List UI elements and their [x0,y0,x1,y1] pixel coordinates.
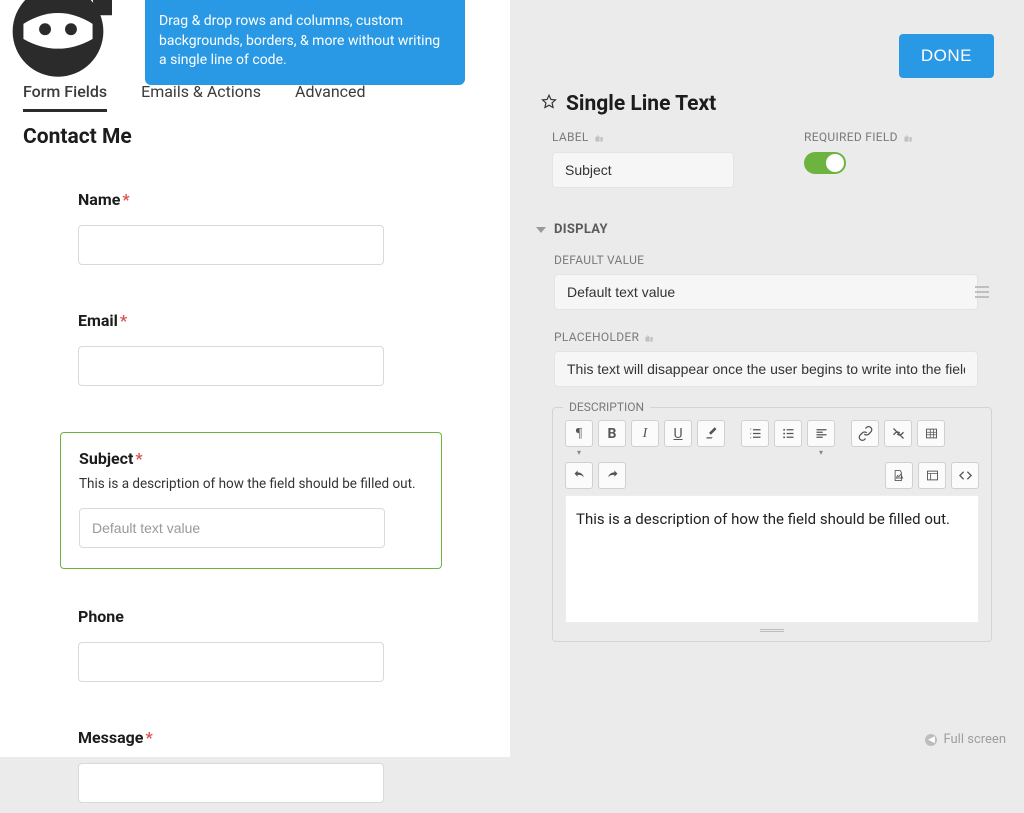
clear-format-button[interactable] [697,420,725,447]
label-setting-input[interactable] [552,152,734,188]
field-name[interactable]: Name* [78,190,422,265]
description-fieldset: DESCRIPTION ¶ ▾ B I U ▾ [552,407,992,642]
table-button[interactable] [917,420,945,447]
paragraph-format-button[interactable]: ¶ [565,420,593,447]
resize-handle[interactable] [760,629,784,633]
required-setting: REQUIRED FIELD [804,130,914,188]
star-outline-icon[interactable] [540,93,558,115]
tab-emails-actions[interactable]: Emails & Actions [141,82,261,112]
field-email[interactable]: Email* [78,311,422,386]
required-indicator: * [122,190,129,209]
tab-form-fields[interactable]: Form Fields [23,82,107,112]
chevron-down-icon: ▾ [577,448,581,457]
field-message-input[interactable] [78,763,384,803]
merge-tags-icon[interactable] [972,282,992,302]
undo-button[interactable] [565,462,593,489]
fullscreen-icon: ◀ [925,734,937,746]
field-email-input[interactable] [78,346,384,386]
unordered-list-button[interactable] [774,420,802,447]
field-name-input[interactable] [78,225,384,265]
italic-button[interactable]: I [631,420,659,447]
display-section-header[interactable]: DISPLAY [536,222,1000,237]
display-section-title: DISPLAY [554,222,608,237]
display-section: DISPLAY DEFAULT VALUE PLACEHOLDER DESCRI… [536,222,1000,642]
field-settings-drawer: Single Line Text LABEL REQUIRED FIELD DI… [540,92,1000,642]
required-toggle[interactable] [804,152,846,174]
chevron-down-icon: ▾ [819,448,823,457]
field-phone-label: Phone [78,607,422,626]
link-button[interactable] [851,420,879,447]
required-indicator: * [135,449,142,468]
description-editor[interactable]: This is a description of how the field s… [565,495,979,623]
field-name-label: Name* [78,190,422,209]
field-subject-label: Subject* [79,449,423,468]
description-title: DESCRIPTION [563,400,650,414]
promo-tooltip: Drag & drop rows and columns, custom bac… [145,0,465,85]
placeholder-input[interactable] [554,351,978,387]
field-subject-description: This is a description of how the field s… [79,476,423,492]
field-phone[interactable]: Phone [78,607,422,682]
drawer-title: Single Line Text [566,92,716,116]
label-setting: LABEL [552,130,734,188]
form-title[interactable]: Contact Me [23,125,132,149]
form-preview-panel: Drag & drop rows and columns, custom bac… [0,0,510,757]
bold-button[interactable]: B [598,420,626,447]
ninja-logo [4,0,112,80]
toggle-knob [826,154,844,172]
field-subject-input[interactable] [79,508,385,548]
unlink-button[interactable] [884,420,912,447]
chevron-down-icon [536,227,546,233]
thumbs-down-icon[interactable] [903,132,914,143]
editor-toolbar: ¶ ▾ B I U ▾ [565,420,979,489]
done-button[interactable]: DONE [899,34,994,78]
builder-tabs: Form Fields Emails & Actions Advanced [23,82,366,112]
thumbs-down-icon[interactable] [594,132,605,143]
field-subject-selected[interactable]: Subject* This is a description of how th… [60,432,442,569]
thumbs-down-icon[interactable] [644,332,655,343]
full-screen-link[interactable]: ◀ Full screen [925,732,1006,747]
underline-button[interactable]: U [664,420,692,447]
align-button[interactable] [807,420,835,447]
label-setting-title: LABEL [552,130,589,144]
code-view-button[interactable] [951,462,979,489]
media-button[interactable] [885,462,913,489]
required-indicator: * [145,728,152,747]
field-message[interactable]: Message* [78,728,422,803]
tab-advanced[interactable]: Advanced [295,82,366,112]
required-setting-title: REQUIRED FIELD [804,130,898,144]
fields-list: Name* Email* Subject* This is a descript… [78,190,422,813]
field-email-label: Email* [78,311,422,330]
default-value-title: DEFAULT VALUE [554,253,644,267]
placeholder-title: PLACEHOLDER [554,330,639,344]
default-value-input[interactable] [554,274,978,310]
redo-button[interactable] [598,462,626,489]
field-phone-input[interactable] [78,642,384,682]
field-message-label: Message* [78,728,422,747]
insert-field-button[interactable] [918,462,946,489]
required-indicator: * [120,311,127,330]
ordered-list-button[interactable] [741,420,769,447]
